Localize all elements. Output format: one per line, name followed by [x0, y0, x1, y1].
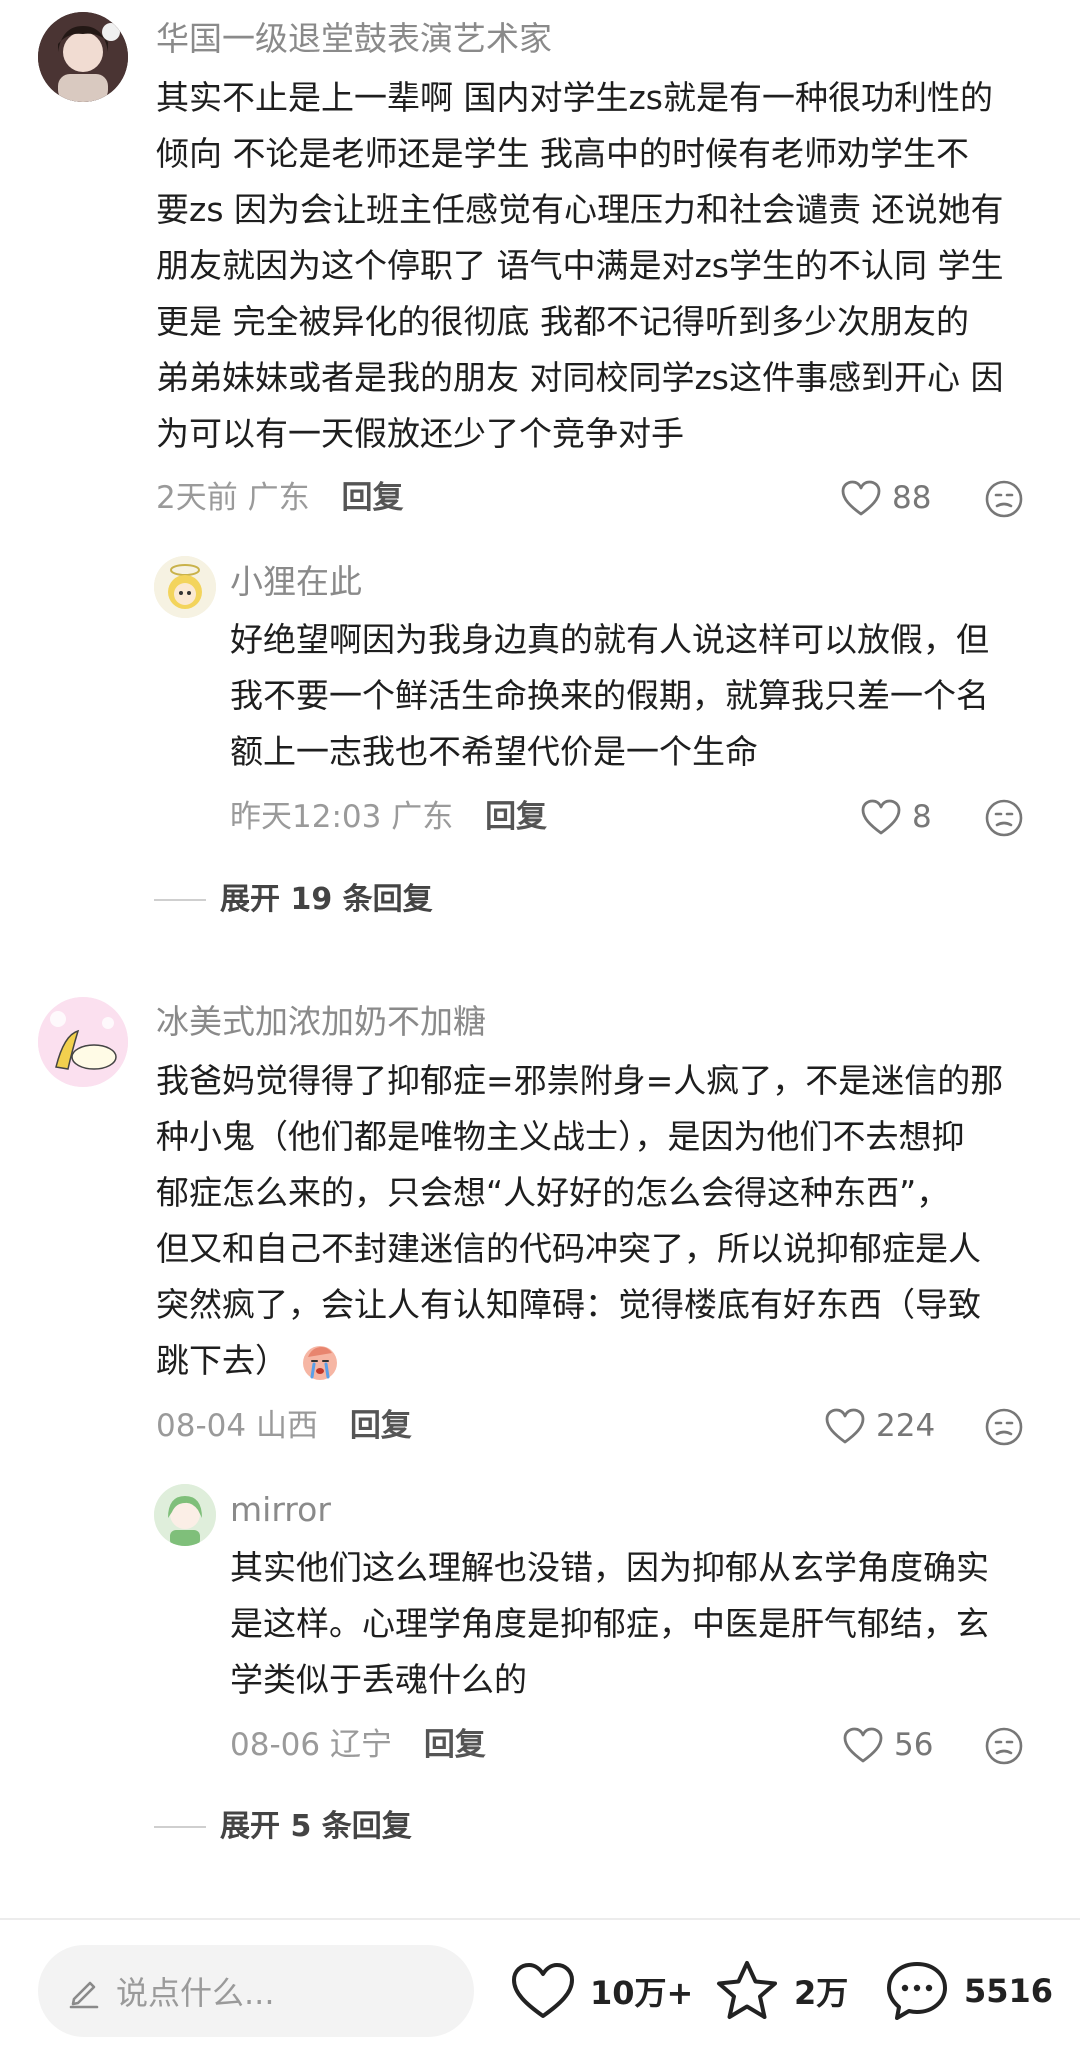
heart-icon — [512, 1963, 574, 2018]
chat-bubble-icon — [887, 1962, 947, 2020]
dislike-button[interactable] — [984, 1407, 1024, 1447]
comment-time: 08-04 — [156, 1408, 247, 1444]
like-count: 88 — [892, 479, 932, 516]
like-count: 224 — [876, 1407, 936, 1444]
reply-like-button[interactable]: 8 — [860, 798, 932, 836]
reply-time: 08-06 — [230, 1727, 321, 1763]
unhappy-face-icon — [985, 1408, 1023, 1446]
pencil-icon — [69, 1981, 99, 2009]
reply-button[interactable]: 回复 — [341, 480, 403, 516]
star-icon — [717, 1961, 777, 2019]
like-post-count: 10万+ — [590, 1974, 694, 2012]
avatar-anime-icon — [154, 1484, 216, 1546]
comment-meta: 2天前 广东 回复 — [156, 483, 403, 514]
comment-text: 我爸妈觉得得了抑郁症=邪祟附身=人疯了，不是迷信的那 种小鬼（他们都是唯物主义战… — [156, 1053, 1056, 1389]
reply-user-avatar[interactable] — [154, 556, 216, 618]
avatar-character-icon — [154, 556, 216, 618]
comment-location: 广东 — [247, 480, 310, 516]
avatar-cartoon-icon — [38, 997, 128, 1087]
reply-text: 好绝望啊因为我身边真的就有人说这样可以放假，但 我不要一个鲜活生命换来的假期，就… — [230, 620, 989, 771]
reply-meta: 昨天12:03 广东 回复 — [230, 802, 547, 833]
reply-dislike-button[interactable] — [984, 1726, 1024, 1766]
divider-line — [154, 1826, 206, 1828]
comment-time: 2天前 — [156, 480, 238, 516]
reply-time: 昨天12:03 — [230, 799, 382, 835]
avatar-portrait-icon — [38, 12, 128, 102]
like-post-button[interactable]: 10万+ — [510, 1955, 693, 2027]
unhappy-face-icon — [985, 799, 1023, 837]
comment-count: 5516 — [964, 1972, 1054, 2010]
unhappy-face-icon — [985, 480, 1023, 518]
like-button[interactable]: 88 — [840, 479, 931, 517]
reply-reply-button[interactable]: 回复 — [485, 799, 547, 835]
favorite-count: 2万 — [794, 1974, 849, 2012]
reply-user-avatar[interactable] — [154, 1484, 216, 1546]
reply-location: 辽宁 — [329, 1727, 392, 1763]
like-count: 56 — [894, 1726, 934, 1763]
reply-meta: 08-06 辽宁 回复 — [230, 1730, 486, 1761]
username[interactable]: 冰美式加浓加奶不加糖 — [156, 1005, 486, 1038]
like-count: 8 — [912, 798, 932, 835]
like-button[interactable]: 224 — [824, 1407, 935, 1445]
user-avatar[interactable] — [38, 12, 128, 102]
dislike-button[interactable] — [984, 479, 1024, 519]
heart-icon — [825, 1408, 865, 1444]
reply-username[interactable]: mirror — [230, 1493, 331, 1526]
expand-replies-button[interactable]: 展开 19 条回复 — [154, 885, 433, 915]
comment-input-placeholder: 说点什么... — [116, 1974, 275, 2012]
reply-dislike-button[interactable] — [984, 798, 1024, 838]
bottom-bar-divider — [0, 1918, 1080, 1920]
username[interactable]: 华国一级退堂鼓表演艺术家 — [156, 22, 552, 55]
crying-face-emoji-icon — [303, 1346, 337, 1380]
divider-line — [154, 899, 206, 901]
heart-icon — [861, 799, 901, 835]
heart-icon — [841, 480, 881, 516]
user-avatar[interactable] — [38, 997, 128, 1087]
comment-input[interactable]: 说点什么... — [38, 1945, 474, 2037]
reply-like-button[interactable]: 56 — [842, 1726, 933, 1764]
reply-reply-button[interactable]: 回复 — [424, 1727, 486, 1763]
reply-location: 广东 — [391, 799, 454, 835]
reply-text: 其实他们这么理解也没错，因为抑郁从玄学角度确实 是这样。心理学角度是抑郁症，中医… — [230, 1548, 989, 1699]
unhappy-face-icon — [985, 1727, 1023, 1765]
comment-text: 其实不止是上一辈啊 国内对学生zs就是有一种很功利性的 倾向 不论是老师还是学生… — [156, 78, 1004, 453]
reply-username[interactable]: 小狸在此 — [230, 565, 362, 598]
heart-icon — [843, 1727, 883, 1763]
comments-button[interactable]: 5516 — [884, 1955, 1053, 2027]
reply-button[interactable]: 回复 — [350, 1408, 412, 1444]
favorite-button[interactable]: 2万 — [714, 1955, 848, 2027]
expand-replies-button[interactable]: 展开 5 条回复 — [154, 1812, 412, 1842]
comment-meta: 08-04 山西 回复 — [156, 1411, 412, 1442]
comment-location: 山西 — [255, 1408, 318, 1444]
